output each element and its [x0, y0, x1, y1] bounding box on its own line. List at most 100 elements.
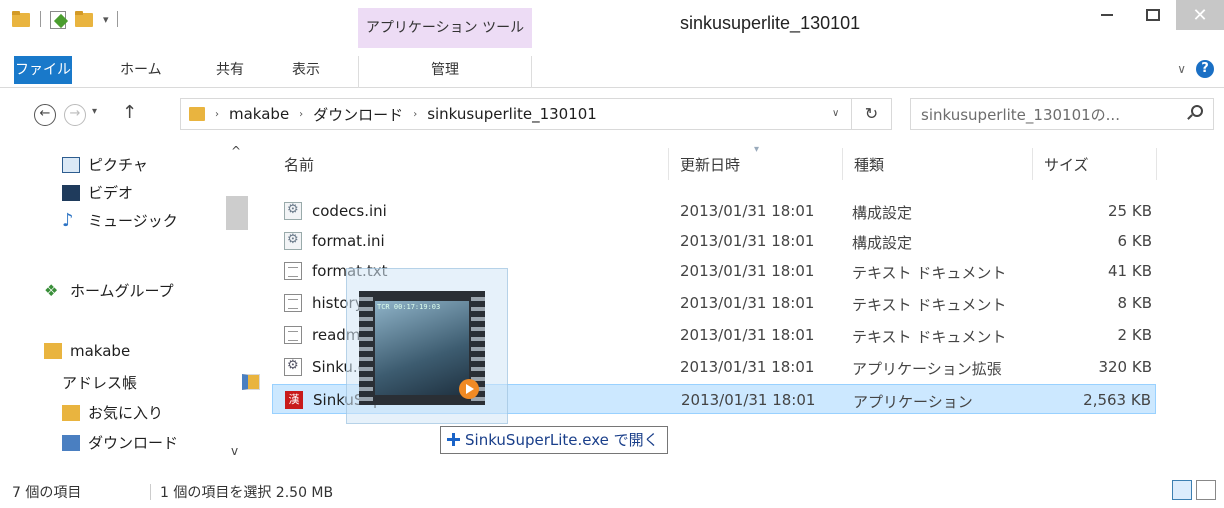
nav-item-pictures[interactable]: ピクチャ [62, 154, 148, 175]
column-header-type[interactable]: 種類 [854, 154, 884, 175]
text-file-icon [284, 262, 302, 280]
status-divider [150, 484, 151, 500]
nav-item-favorites[interactable]: お気に入り [62, 402, 163, 423]
maximize-button[interactable] [1130, 0, 1176, 30]
up-button[interactable]: ↑ [122, 102, 137, 123]
application-exe-icon: 漢 [285, 391, 303, 409]
play-icon [459, 379, 479, 399]
status-bar: 7 個の項目 1 個の項目を選択 2.50 MB [0, 474, 1224, 508]
folder-icon[interactable] [12, 11, 32, 27]
file-size: 320 KB [1098, 358, 1152, 376]
nav-item-music[interactable]: ♪ ミュージック [62, 210, 178, 231]
scroll-thumb[interactable] [226, 196, 248, 230]
breadcrumb-item[interactable]: ダウンロード [313, 104, 403, 125]
drag-open-with-tooltip: SinkuSuperLite.exe で開く [440, 426, 668, 454]
file-date: 2013/01/31 18:01 [680, 232, 815, 250]
column-header-size[interactable]: サイズ [1044, 154, 1089, 175]
address-history-dropdown[interactable]: ∨ [832, 108, 839, 119]
breadcrumb-separator[interactable]: › [215, 109, 219, 120]
breadcrumb-item[interactable]: sinkusuperlite_130101 [427, 105, 597, 123]
nav-item-label: ダウンロード [88, 434, 179, 452]
maximize-icon [1146, 9, 1160, 21]
nav-item-downloads[interactable]: ダウンロード [62, 432, 178, 453]
column-divider[interactable] [1156, 148, 1157, 180]
dll-file-icon [284, 358, 302, 376]
nav-item-label: ホームグループ [70, 282, 174, 300]
downloads-icon [62, 434, 80, 451]
file-type: 構成設定 [852, 204, 913, 222]
tab-share[interactable]: 共有 [216, 56, 244, 84]
file-row[interactable]: codecs.ini 2013/01/31 18:01 構成設定 25 KB [272, 196, 1156, 226]
nav-item-label: ミュージック [88, 212, 178, 230]
file-date: 2013/01/31 18:01 [680, 358, 815, 376]
quick-access-toolbar: ▾ [12, 8, 118, 30]
qat-separator [40, 11, 41, 27]
column-header-name[interactable]: 名前 [284, 154, 314, 175]
column-divider[interactable] [1032, 148, 1033, 180]
back-button[interactable]: ← [34, 104, 56, 126]
video-frame [375, 301, 469, 395]
film-strip-left [359, 291, 373, 405]
file-date: 2013/01/31 18:01 [680, 262, 815, 280]
nav-item-contacts[interactable]: アドレス帳 [62, 372, 260, 393]
details-view-button[interactable] [1172, 480, 1192, 500]
file-type: テキスト ドキュメント [852, 296, 1007, 314]
new-folder-icon[interactable] [75, 11, 95, 27]
help-icon[interactable]: ? [1196, 60, 1214, 78]
forward-button[interactable]: → [64, 104, 86, 126]
file-size: 6 KB [1117, 232, 1152, 250]
sort-indicator-icon: ▾ [754, 144, 760, 155]
nav-item-homegroup[interactable]: ❖ ホームグループ [44, 280, 174, 301]
recent-locations-dropdown[interactable]: ▾ [92, 106, 97, 117]
window-title: sinkusuperlite_130101 [680, 13, 861, 33]
large-icons-view-button[interactable] [1196, 480, 1216, 500]
file-size: 2,563 KB [1083, 391, 1151, 409]
tab-file[interactable]: ファイル [14, 56, 72, 84]
search-box[interactable]: sinkusuperlite_130101の... [910, 98, 1214, 130]
breadcrumb-item[interactable]: makabe [229, 105, 289, 123]
column-divider[interactable] [842, 148, 843, 180]
minimize-button[interactable] [1084, 0, 1130, 30]
close-button[interactable]: ✕ [1176, 0, 1224, 30]
scroll-up-icon[interactable]: ^ [231, 144, 241, 158]
file-row[interactable]: format.ini 2013/01/31 18:01 構成設定 6 KB [272, 226, 1156, 256]
file-date: 2013/01/31 18:01 [680, 294, 815, 312]
user-folder-icon [44, 343, 62, 359]
address-bar[interactable]: › makabe › ダウンロード › sinkusuperlite_13010… [180, 98, 852, 130]
file-list-header: 名前 ▾ 更新日時 種類 サイズ [270, 144, 1220, 180]
navigation-bar: ← → ▾ ↑ › makabe › ダウンロード › sinkusuperli… [0, 96, 1224, 136]
qat-customize-dropdown[interactable]: ▾ [103, 13, 109, 26]
ribbon-right-controls: ∨ ? [1177, 60, 1214, 78]
column-divider[interactable] [668, 148, 669, 180]
tab-view[interactable]: 表示 [292, 56, 320, 84]
file-type: テキスト ドキュメント [852, 328, 1007, 346]
file-date: 2013/01/31 18:01 [681, 391, 816, 409]
column-header-modified[interactable]: 更新日時 [680, 154, 740, 175]
breadcrumb-separator[interactable]: › [299, 109, 303, 120]
navigation-pane-scrollbar[interactable]: ^ v [226, 144, 248, 464]
homegroup-icon: ❖ [44, 280, 59, 300]
item-count: 7 個の項目 [12, 485, 82, 501]
file-type: テキスト ドキュメント [852, 264, 1007, 282]
expand-ribbon-icon[interactable]: ∨ [1177, 62, 1186, 76]
file-type: アプリケーション拡張 [852, 360, 1002, 378]
close-icon: ✕ [1192, 4, 1208, 26]
nav-item-label: ビデオ [88, 184, 134, 202]
application-tools-context-tab: アプリケーション ツール [358, 8, 532, 48]
nav-item-videos[interactable]: ビデオ [62, 182, 133, 203]
file-type: 構成設定 [852, 234, 913, 252]
minimize-icon [1101, 14, 1113, 16]
tab-home[interactable]: ホーム [120, 56, 162, 84]
properties-icon[interactable] [49, 10, 67, 29]
nav-item-makabe[interactable]: makabe [44, 342, 130, 360]
file-size: 41 KB [1108, 262, 1152, 280]
breadcrumb-separator[interactable]: › [413, 109, 417, 120]
nav-item-label: ピクチャ [88, 156, 148, 174]
tab-manage[interactable]: 管理 [358, 56, 532, 88]
search-icon[interactable] [1191, 105, 1203, 117]
refresh-button[interactable]: ↻ [852, 98, 892, 130]
scroll-down-icon[interactable]: v [231, 444, 238, 458]
qat-separator [116, 11, 118, 27]
tooltip-text: SinkuSuperLite.exe で開く [465, 431, 659, 449]
view-switcher [1172, 480, 1216, 500]
